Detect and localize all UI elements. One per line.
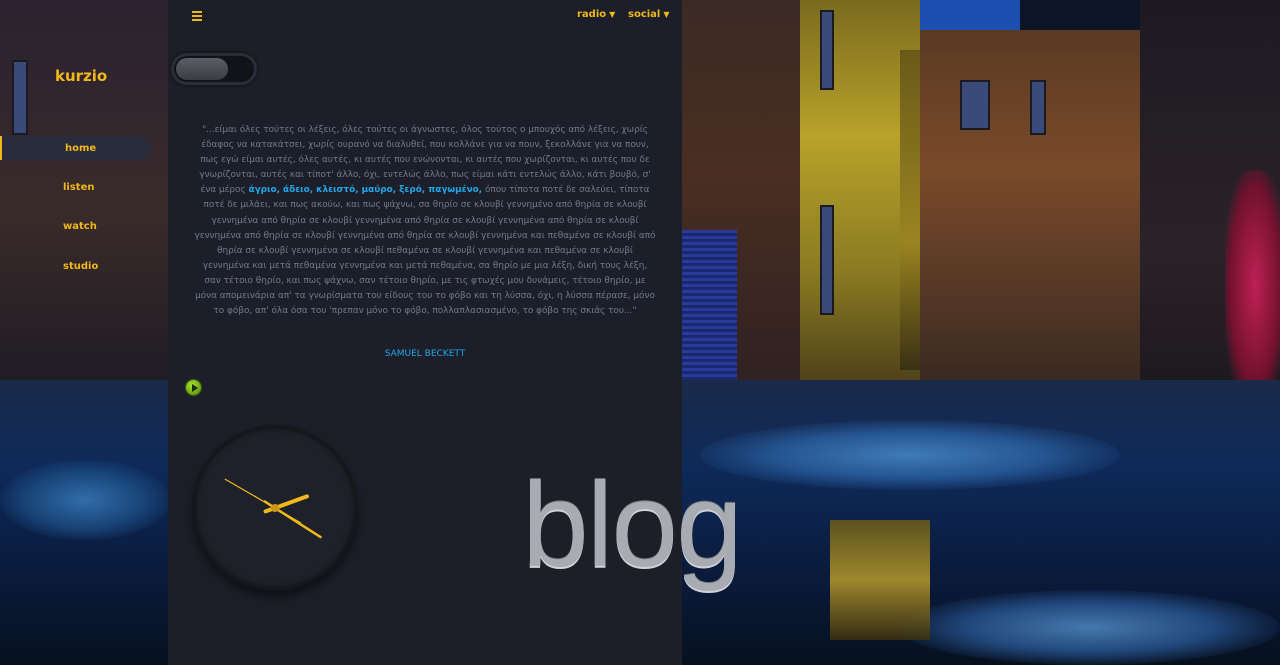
puddle-reflection <box>830 520 930 640</box>
sidebar-item-label: listen <box>63 181 95 193</box>
chevron-down-icon: ▼ <box>609 10 616 19</box>
quote-text: "...είμαι όλες τούτες οι λέξεις, όλες το… <box>194 123 656 319</box>
radio-menu[interactable]: radio ▼ <box>577 9 615 20</box>
sidebar-item-label: watch <box>63 220 97 232</box>
graffiti <box>1225 170 1280 400</box>
page-title: blog <box>522 458 743 592</box>
social-label: social <box>628 9 661 20</box>
sidebar-item-listen[interactable]: listen <box>0 175 152 199</box>
analog-clock <box>195 428 355 588</box>
quote-author[interactable]: SAMUEL BECKETT <box>168 349 682 359</box>
window <box>820 10 834 90</box>
hamburger-icon[interactable] <box>190 9 204 25</box>
quote-highlight: άγριο, άδειο, κλειστό, μαύρο, ξερό, παγω… <box>248 185 483 196</box>
puddle <box>900 590 1280 665</box>
window <box>820 205 834 315</box>
sidebar-item-studio[interactable]: studio <box>0 254 152 278</box>
clock-face <box>224 478 322 539</box>
puddle <box>700 420 1120 490</box>
quote-part-2: όπου τίποτα ποτέ δε σαλεύει, τίποτα ποτέ… <box>194 185 656 317</box>
play-icon[interactable] <box>185 379 202 396</box>
sidebar-item-watch[interactable]: watch <box>0 214 152 238</box>
chevron-down-icon: ▼ <box>663 10 670 19</box>
sidebar-item-label: home <box>65 142 97 154</box>
site-logo[interactable]: kurzio <box>55 67 107 85</box>
clock-center <box>271 504 279 512</box>
window <box>1030 80 1046 135</box>
sidebar-item-label: studio <box>63 260 99 272</box>
theme-toggle[interactable] <box>171 53 257 85</box>
sidebar: kurzio home listen watch studio <box>0 0 168 665</box>
sidebar-item-home[interactable]: home <box>0 136 152 160</box>
social-menu[interactable]: social ▼ <box>628 9 670 20</box>
radio-label: radio <box>577 9 607 20</box>
window <box>960 80 990 130</box>
toggle-knob[interactable] <box>176 58 228 80</box>
